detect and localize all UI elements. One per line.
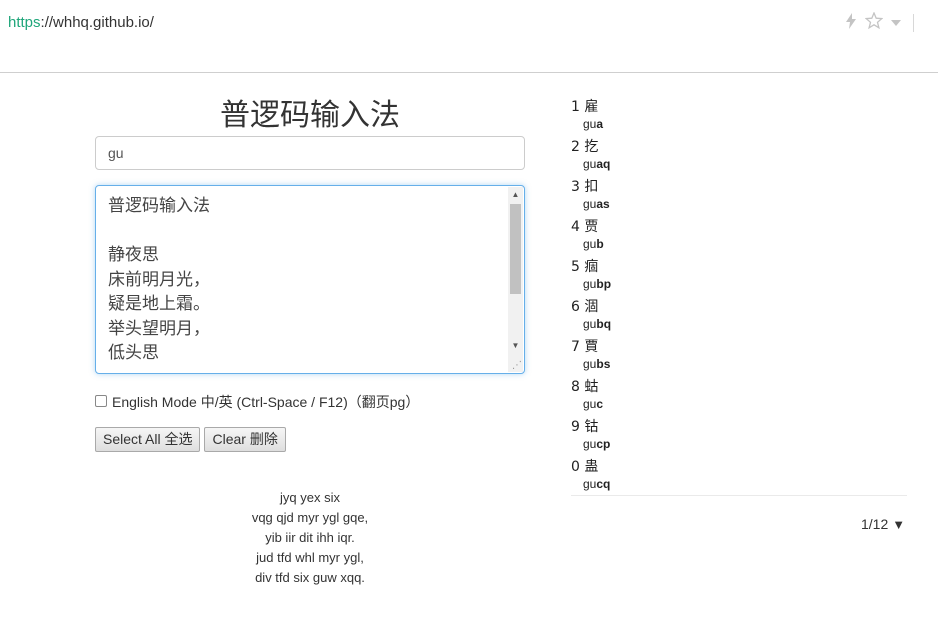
candidate-code-suffix: cp <box>596 437 611 451</box>
text-line: 静夜思 <box>108 245 159 265</box>
code-line: vqg qjd myr ygl gqe, <box>251 510 369 525</box>
browser-address-bar: https://whhq.github.io/ <box>0 0 938 73</box>
output-textarea[interactable]: 普逻码输入法 静夜思 床前明月光， 疑是地上霜。 举头望明月， 低头思 ▲ ▼ … <box>95 185 525 374</box>
lightning-icon[interactable] <box>845 12 857 34</box>
candidate-char: 賈 <box>584 339 599 355</box>
candidate-number: 9 <box>571 419 580 435</box>
scroll-up-icon[interactable]: ▲ <box>508 188 523 202</box>
candidate-item[interactable]: 7 賈 gubs <box>571 334 907 374</box>
candidate-code-prefix: gu <box>583 317 597 331</box>
next-page-icon[interactable]: ▼ <box>892 517 905 532</box>
url-field[interactable]: https://whhq.github.io/ <box>8 14 154 31</box>
candidate-code-prefix: gu <box>583 397 597 411</box>
text-line: 普逻码输入法 <box>108 196 210 216</box>
candidate-divider <box>571 495 907 496</box>
candidate-list: 1 雇 gua 2 扢 guaq 3 扣 guas 4 贾 gub 5 痼 gu… <box>571 94 907 494</box>
candidate-number: 4 <box>571 219 580 235</box>
candidate-item[interactable]: 3 扣 guas <box>571 174 907 214</box>
candidate-char: 扣 <box>584 179 599 195</box>
code-output: jyq yex six vqg qjd myr ygl gqe, yib iir… <box>95 488 525 588</box>
english-mode-row: English Mode 中/英 (Ctrl-Space / F12)（翻页pg… <box>95 392 419 412</box>
candidate-code-prefix: gu <box>583 197 597 211</box>
candidate-item[interactable]: 2 扢 guaq <box>571 134 907 174</box>
candidate-code-prefix: gu <box>583 357 597 371</box>
candidate-item[interactable]: 9 钴 gucp <box>571 414 907 454</box>
text-line: 低头思 <box>108 343 159 363</box>
text-line: 疑是地上霜。 <box>108 294 210 314</box>
candidate-code-prefix: gu <box>583 157 597 171</box>
candidate-item[interactable]: 8 蛄 guc <box>571 374 907 414</box>
select-all-button[interactable]: Select All 全选 <box>95 427 201 452</box>
code-input[interactable] <box>95 136 525 170</box>
candidate-code-prefix: gu <box>583 477 597 491</box>
resize-handle-icon[interactable]: ⋰ <box>511 360 523 372</box>
code-line: yib iir dit ihh iqr. <box>265 530 355 545</box>
candidate-item[interactable]: 6 涸 gubq <box>571 294 907 334</box>
text-line <box>108 219 210 244</box>
candidate-code-prefix: gu <box>583 437 597 451</box>
candidate-code-prefix: gu <box>583 277 597 291</box>
candidate-char: 贾 <box>584 219 599 235</box>
candidate-number: 2 <box>571 139 580 155</box>
code-line: jyq yex six <box>280 490 340 505</box>
candidate-item[interactable]: 4 贾 gub <box>571 214 907 254</box>
candidate-pager[interactable]: 1/12 ▼ <box>861 516 905 532</box>
candidate-number: 5 <box>571 259 580 275</box>
candidate-number: 0 <box>571 459 580 475</box>
english-mode-label[interactable]: English Mode 中/英 (Ctrl-Space / F12)（翻页pg… <box>112 392 419 412</box>
candidate-char: 雇 <box>584 99 599 115</box>
candidate-code-prefix: gu <box>583 117 597 131</box>
candidate-char: 蛄 <box>584 379 599 395</box>
candidate-code-suffix: a <box>596 117 604 131</box>
scroll-thumb[interactable] <box>510 204 521 294</box>
action-buttons: Select All 全选 Clear 删除 <box>95 427 286 452</box>
candidate-code-suffix: cq <box>596 477 611 491</box>
code-line: jud tfd whl myr ygl, <box>256 550 364 565</box>
candidate-number: 3 <box>571 179 580 195</box>
page-indicator: 1/12 <box>861 516 889 532</box>
output-text: 普逻码输入法 静夜思 床前明月光， 疑是地上霜。 举头望明月， 低头思 <box>108 194 210 366</box>
code-line: div tfd six guw xqq. <box>255 570 365 585</box>
candidate-code-suffix: c <box>596 397 604 411</box>
candidate-number: 1 <box>571 99 580 115</box>
textarea-scrollbar[interactable]: ▲ ▼ <box>508 187 523 372</box>
candidate-item[interactable]: 5 痼 gubp <box>571 254 907 294</box>
toolbar-divider <box>913 14 914 32</box>
url-host: ://whhq.github.io/ <box>40 14 154 31</box>
candidate-code-prefix: gu <box>583 237 597 251</box>
candidate-item[interactable]: 0 蛊 gucq <box>571 454 907 494</box>
text-line: 举头望明月， <box>108 318 210 339</box>
candidate-item[interactable]: 1 雇 gua <box>571 94 907 134</box>
star-icon[interactable] <box>864 11 884 34</box>
chevron-down-icon[interactable] <box>891 18 901 29</box>
candidate-char: 钴 <box>584 419 599 435</box>
candidate-code-suffix: as <box>596 197 610 211</box>
candidate-char: 蛊 <box>584 459 599 475</box>
scroll-down-icon[interactable]: ▼ <box>508 339 523 353</box>
candidate-char: 扢 <box>584 139 599 155</box>
candidate-code-suffix: bs <box>596 357 611 371</box>
candidate-char: 涸 <box>584 299 599 315</box>
text-line: 床前明月光， <box>108 269 210 290</box>
candidate-code-suffix: bp <box>596 277 612 291</box>
clear-button[interactable]: Clear 删除 <box>204 427 286 452</box>
candidate-char: 痼 <box>584 259 599 275</box>
candidate-number: 8 <box>571 379 580 395</box>
candidate-number: 7 <box>571 339 580 355</box>
candidate-code-suffix: aq <box>596 157 611 171</box>
url-scheme: https <box>8 14 41 31</box>
candidate-number: 6 <box>571 299 580 315</box>
english-mode-checkbox[interactable] <box>95 395 107 407</box>
address-bar-actions <box>845 11 914 34</box>
candidate-code-suffix: bq <box>596 317 612 331</box>
candidate-code-suffix: b <box>596 237 604 251</box>
page-title: 普逻码输入法 <box>220 98 400 133</box>
